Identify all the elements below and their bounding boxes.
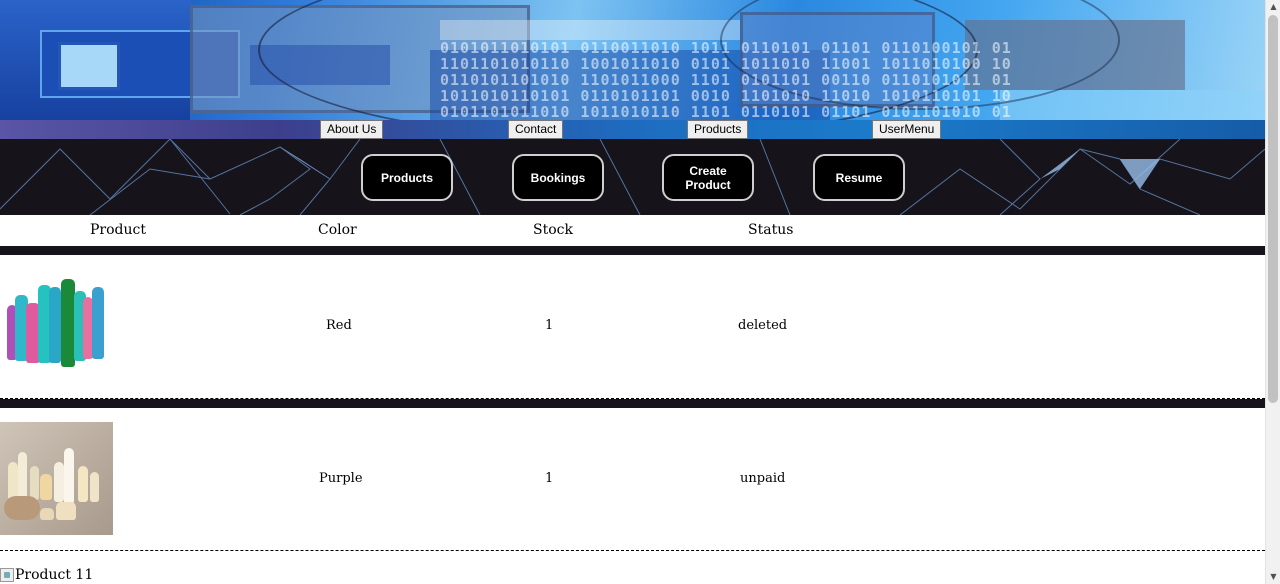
- network-lines-decoration: [0, 139, 1265, 215]
- row-divider: [0, 246, 1265, 255]
- row-color: Purple: [319, 471, 363, 486]
- products-button[interactable]: Products: [361, 154, 453, 201]
- row-status: deleted: [738, 318, 788, 333]
- column-header-product: Product: [90, 222, 146, 238]
- table-row: Red 1 deleted: [0, 255, 1265, 398]
- row-divider: [0, 550, 1265, 551]
- row-divider: [0, 399, 1265, 408]
- action-button-band: Products Bookings Create Product Resume: [0, 139, 1265, 215]
- page: 0101011010101 0110011010 1011 0110101 01…: [0, 0, 1265, 584]
- broken-image-icon: [0, 568, 14, 582]
- bookings-button[interactable]: Bookings: [512, 154, 604, 201]
- product-image-cosmetic-bottles: [0, 422, 113, 535]
- about-us-button[interactable]: About Us: [320, 120, 384, 139]
- user-menu-button[interactable]: UserMenu: [872, 120, 942, 139]
- header-banner-image: 0101011010101 0110011010 1011 0110101 01…: [0, 0, 1265, 120]
- table-row: Purple 1 unpaid: [0, 408, 1265, 550]
- contact-button[interactable]: Contact: [508, 120, 564, 139]
- products-menu-button[interactable]: Products: [687, 120, 749, 139]
- row-stock: 1: [545, 318, 554, 333]
- column-header-stock: Stock: [533, 222, 573, 238]
- scrollbar-thumb[interactable]: [1268, 15, 1278, 403]
- image-alt-text: Product 11: [15, 567, 94, 583]
- column-header-status: Status: [748, 222, 794, 238]
- column-header-color: Color: [318, 222, 357, 238]
- table-header-row: Product Color Stock Status: [0, 215, 1265, 246]
- scroll-up-arrow-icon[interactable]: ▲: [1266, 0, 1280, 14]
- row-color: Red: [326, 318, 352, 333]
- product-image-cleaning-bottles: [5, 277, 107, 369]
- row-status: unpaid: [740, 471, 786, 486]
- scroll-down-arrow-icon[interactable]: ▼: [1266, 570, 1280, 584]
- create-product-button[interactable]: Create Product: [662, 154, 754, 201]
- row-stock: 1: [545, 471, 554, 486]
- product-image-broken: Product 11: [0, 566, 93, 584]
- vertical-scrollbar[interactable]: ▲ ▼: [1265, 0, 1280, 584]
- top-menu-bar: About Us Contact Products UserMenu: [0, 120, 1265, 139]
- resume-button[interactable]: Resume: [813, 154, 905, 201]
